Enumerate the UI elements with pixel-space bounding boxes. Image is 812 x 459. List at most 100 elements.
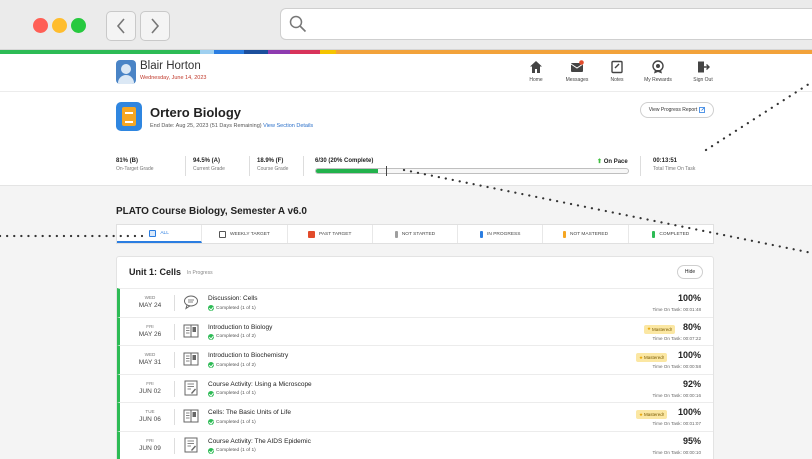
activity-time: Time On Task: 00:00:58 bbox=[652, 364, 701, 369]
activity-title[interactable]: Course Activity: The AIDS Epidemic bbox=[208, 438, 311, 445]
activity-row[interactable]: FRI JUN 09 Course Activity: The AIDS Epide… bbox=[117, 430, 713, 459]
activity-date: JUN 09 bbox=[139, 444, 161, 452]
activity-score: 100% bbox=[677, 407, 701, 417]
activity-completion-text: Completed (1 of 2) bbox=[216, 362, 256, 368]
sign-out-icon bbox=[698, 61, 710, 73]
target-marker bbox=[386, 166, 387, 176]
filter-weekly-target[interactable]: WEEKLY TARGET bbox=[202, 225, 288, 243]
time-on-task-label: Total Time On Task bbox=[653, 166, 696, 172]
close-window-dot[interactable] bbox=[33, 18, 48, 33]
activity-row[interactable]: FRI MAY 26 Introduction to Biology Complete… bbox=[117, 316, 713, 345]
avatar[interactable] bbox=[116, 60, 136, 84]
filter-not-mastered[interactable]: NOT MASTERED bbox=[543, 225, 629, 243]
activity-list: WED MAY 24 Discussion: Cells Completed (1 o… bbox=[117, 288, 713, 459]
activity-completion: Completed (1 of 1) bbox=[208, 390, 256, 397]
activity-date: MAY 31 bbox=[138, 359, 162, 366]
course-book-icon bbox=[116, 102, 142, 131]
activity-title[interactable]: Discussion: Cells bbox=[208, 295, 258, 302]
star-icon: ★ bbox=[646, 326, 651, 331]
home-icon bbox=[530, 61, 542, 73]
status-bar-icon bbox=[563, 230, 567, 238]
filter-past-target[interactable]: PAST TARGET bbox=[288, 225, 373, 243]
nav-rewards[interactable]: My Rewards bbox=[633, 60, 683, 83]
activity-row[interactable]: TUE JUN 06 Cells: The Basic Units of Life C… bbox=[117, 402, 713, 431]
section-title: PLATO Course Biology, Semester A v6.0 bbox=[116, 206, 307, 217]
filter-in-progress[interactable]: IN PROGRESS bbox=[458, 225, 544, 243]
activity-row[interactable]: FRI JUN 02 Course Activity: Using a Micros… bbox=[117, 373, 713, 402]
rewards-icon bbox=[652, 60, 664, 74]
current-grade-label: Current Grade bbox=[193, 166, 225, 172]
course-grade-value: 18.9% (F) bbox=[257, 158, 284, 164]
filter-not-started[interactable]: NOT STARTED bbox=[373, 225, 459, 243]
activity-date: JUN 02 bbox=[139, 387, 161, 395]
check-circle-icon bbox=[208, 419, 214, 425]
divider bbox=[174, 352, 175, 368]
activity-completion-text: Completed (1 of 1) bbox=[216, 305, 256, 311]
activity-day: WED bbox=[144, 295, 156, 300]
course-content: PLATO Course Biology, Semester A v6.0 AL… bbox=[0, 186, 812, 459]
activity-time: Time On Task: 00:07:22 bbox=[652, 335, 701, 341]
view-progress-report-button[interactable]: View Progress Report bbox=[640, 102, 714, 118]
activity-row[interactable]: WED MAY 24 Discussion: Cells Completed (1 o… bbox=[117, 288, 713, 317]
lesson-icon bbox=[183, 408, 199, 424]
external-link-icon bbox=[699, 107, 706, 113]
back-button[interactable] bbox=[106, 11, 136, 41]
filter-completed-label: COMPLETED bbox=[659, 231, 690, 237]
grid-icon bbox=[149, 229, 157, 237]
nav-sign-out-label: Sign Out bbox=[693, 77, 713, 83]
filter-not-started-label: NOT STARTED bbox=[401, 231, 436, 237]
activity-icon bbox=[183, 380, 199, 396]
activity-time: Time On Task: 00:00:10 bbox=[652, 449, 701, 455]
filter-all[interactable]: ALL bbox=[117, 225, 203, 243]
filter-past-target-label: PAST TARGET bbox=[318, 231, 352, 237]
current-grade: 94.5% (A) Current Grade bbox=[193, 158, 225, 172]
activity-completion-text: Completed (1 of 1) bbox=[216, 448, 256, 453]
lesson-icon bbox=[183, 323, 199, 339]
progress-fill bbox=[316, 169, 379, 173]
on-target-grade-label: On-Target Grade bbox=[116, 166, 154, 172]
view-section-details-link[interactable]: View Section Details bbox=[263, 123, 313, 129]
unit-title: Unit 1: Cells bbox=[129, 267, 182, 277]
mastered-badge: ★ Mastered! bbox=[643, 324, 675, 334]
activity-completion: Completed (1 of 2) bbox=[208, 333, 256, 340]
notes-icon bbox=[611, 60, 623, 74]
activity-completion: Completed (1 of 1) bbox=[208, 305, 256, 311]
progress-text: 6/30 (20% Complete) bbox=[315, 158, 373, 164]
activity-title[interactable]: Introduction to Biochemistry bbox=[208, 352, 288, 359]
course-summary: Ortero Biology End Date: Aug 25, 2023 (5… bbox=[0, 92, 812, 186]
address-bar[interactable] bbox=[280, 8, 812, 40]
divider bbox=[174, 295, 175, 311]
nav-sign-out[interactable]: Sign Out bbox=[678, 60, 728, 83]
activity-row[interactable]: WED MAY 31 Introduction to Biochemistry Com… bbox=[117, 345, 713, 374]
activity-score: 80% bbox=[682, 321, 701, 332]
calendar-alert-icon bbox=[307, 230, 315, 238]
calendar-icon bbox=[218, 230, 226, 238]
activity-title[interactable]: Cells: The Basic Units of Life bbox=[208, 409, 291, 416]
divider bbox=[174, 380, 175, 397]
activity-title[interactable]: Course Activity: Using a Microscope bbox=[208, 381, 312, 388]
course-title: Ortero Biology bbox=[150, 105, 242, 120]
divider bbox=[174, 323, 175, 340]
divider bbox=[303, 156, 304, 176]
filter-completed[interactable]: COMPLETED bbox=[629, 225, 713, 243]
time-on-task: 00:13:51 Total Time On Task bbox=[653, 158, 695, 172]
status-bar-icon bbox=[652, 230, 656, 238]
star-icon: ★ bbox=[638, 411, 643, 417]
unit-card: Unit 1: Cells In Progress Hide WED MAY 24… bbox=[116, 256, 714, 459]
forward-button[interactable] bbox=[140, 11, 170, 41]
progress-count: 6/30 (20% Complete) bbox=[315, 158, 374, 164]
activity-title[interactable]: Introduction to Biology bbox=[208, 324, 272, 331]
hide-unit-button[interactable]: Hide bbox=[677, 265, 703, 279]
divider bbox=[174, 437, 175, 454]
check-circle-icon bbox=[208, 305, 214, 311]
activity-time: Time On Task: 00:01:48 bbox=[652, 307, 701, 312]
end-date-text: End Date: Aug 25, 2023 (51 Days Remainin… bbox=[150, 123, 262, 129]
mastered-badge-label: Mastered! bbox=[651, 326, 672, 332]
maximize-window-dot[interactable] bbox=[71, 18, 86, 33]
unit-status: In Progress bbox=[187, 270, 213, 276]
minimize-window-dot[interactable] bbox=[52, 18, 67, 33]
time-on-task-value: 00:13:51 bbox=[653, 158, 678, 164]
activity-date: MAY 26 bbox=[138, 330, 162, 338]
mastered-badge-label: Mastered! bbox=[643, 412, 664, 417]
filter-weekly-target-label: WEEKLY TARGET bbox=[229, 231, 270, 237]
